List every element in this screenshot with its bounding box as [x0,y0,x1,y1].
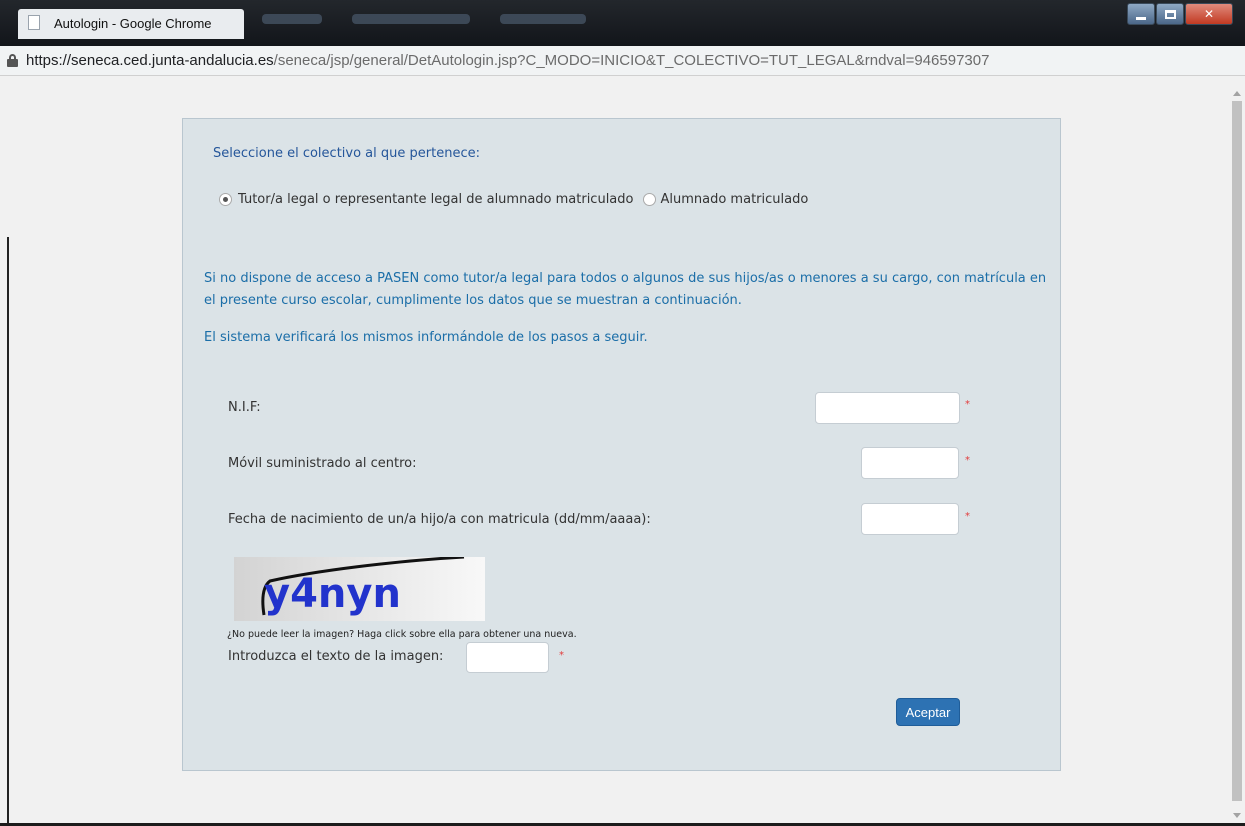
movil-field[interactable] [861,447,959,479]
scrollbar-thumb[interactable] [1232,101,1242,801]
browser-window: Autologin - Google Chrome ✕ https://sene… [0,0,1245,826]
url-path: /seneca/jsp/general/DetAutologin.jsp?C_M… [273,52,990,69]
vertical-scrollbar[interactable] [1229,77,1245,826]
radio-tutor-legal-label[interactable]: Tutor/a legal o representante legal de a… [238,192,633,207]
url-host: https://seneca.ced.junta-andalucia.es [26,52,274,69]
fecha-nacimiento-field[interactable] [861,503,959,535]
url-text[interactable]: https://seneca.ced.junta-andalucia.es/se… [26,52,989,69]
captcha-hint: ¿No puede leer la imagen? Haga click sob… [227,629,577,640]
info-text-pasen: Si no dispone de acceso a PASEN como tut… [204,271,1047,308]
nif-label: N.I.F: [228,400,261,415]
maximize-icon [1164,9,1176,19]
movil-label: Móvil suministrado al centro: [228,456,417,471]
maximize-button[interactable] [1156,3,1184,25]
scroll-up-icon[interactable] [1233,91,1241,96]
fecha-label: Fecha de nacimiento de un/a hijo/a con m… [228,512,651,527]
page-icon [28,15,40,30]
taskbar-blur [262,14,322,24]
collective-prompt: Seleccione el colectivo al que pertenece… [213,146,480,161]
fecha-required-marker: * [965,511,970,522]
window-title-tab[interactable]: Autologin - Google Chrome [18,9,244,39]
aceptar-button[interactable]: Aceptar [896,698,960,726]
taskbar-blur [352,14,470,24]
captcha-input[interactable] [466,642,549,673]
lock-icon[interactable] [7,54,18,67]
info-text-verify: El sistema verificará los mismos informá… [204,330,648,345]
captcha-image[interactable]: y4nyn [234,557,485,621]
close-icon: ✕ [1203,7,1215,21]
captcha-graphic: y4nyn [261,557,465,617]
captcha-required-marker: * [559,650,564,661]
window-title: Autologin - Google Chrome [54,16,212,31]
autologin-form: Seleccione el colectivo al que pertenece… [182,118,1061,771]
captcha-text: y4nyn [264,571,401,617]
minimize-icon [1136,16,1146,20]
nif-required-marker: * [965,399,970,410]
radio-tutor-legal[interactable] [219,193,232,206]
address-bar[interactable]: https://seneca.ced.junta-andalucia.es/se… [0,46,1245,76]
captcha-label: Introduzca el texto de la imagen: [228,649,444,664]
taskbar-blur [500,14,586,24]
nif-field[interactable] [815,392,960,424]
collective-radio-group: Tutor/a legal o representante legal de a… [219,192,808,207]
movil-required-marker: * [965,455,970,466]
scroll-down-icon[interactable] [1233,813,1241,818]
radio-alumnado[interactable] [643,193,657,206]
window-controls: ✕ [1126,3,1233,25]
minimize-button[interactable] [1127,3,1155,25]
radio-alumnado-label[interactable]: Alumnado matriculado [660,192,808,207]
title-bar: Autologin - Google Chrome ✕ [0,0,1245,46]
left-edge [0,77,10,826]
close-button[interactable]: ✕ [1185,3,1233,25]
